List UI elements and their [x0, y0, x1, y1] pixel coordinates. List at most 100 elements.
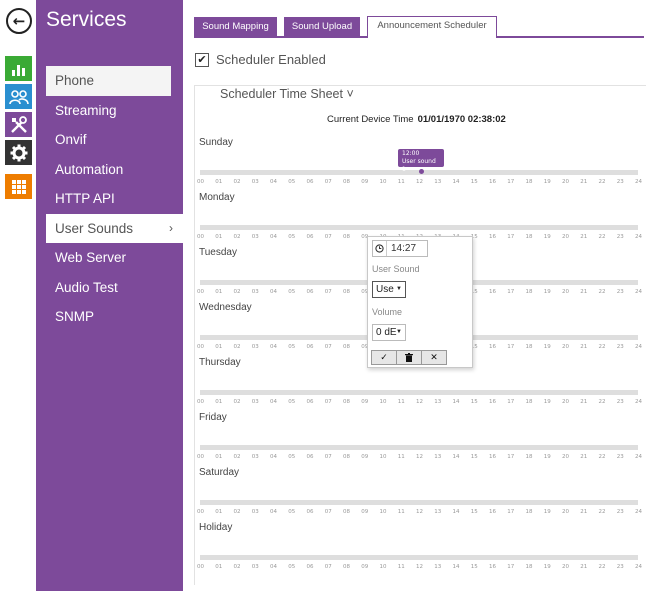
time-field[interactable]: 14:27	[372, 240, 428, 257]
hour-tick-label: 24	[635, 454, 642, 460]
hour-tick-label: 04	[270, 289, 277, 295]
hour-tick-label: 23	[616, 454, 624, 460]
sidebar-item-streaming[interactable]: Streaming	[36, 96, 183, 126]
users-icon[interactable]	[5, 84, 32, 109]
sidebar-item-web-server[interactable]: Web Server	[36, 243, 183, 273]
sidebar-item-phone[interactable]: Phone	[46, 66, 171, 96]
hour-tick-label: 08	[343, 454, 350, 460]
hour-tick-label: 00	[197, 289, 204, 295]
hour-tick-label: 01	[215, 179, 223, 185]
event-handle[interactable]	[419, 169, 424, 174]
hour-tick-label: 13	[434, 399, 442, 405]
hour-tick-label: 04	[270, 564, 277, 570]
popup-actions: ✓ ✕	[371, 350, 448, 365]
scheduled-event-marker[interactable]: 12:00 User sound 1	[398, 149, 444, 173]
hour-tick-label: 11	[397, 179, 405, 185]
hour-tick-label: 02	[233, 509, 241, 515]
tab-sound-mapping[interactable]: Sound Mapping	[194, 17, 277, 36]
gear-icon[interactable]	[5, 140, 32, 165]
statistics-icon[interactable]	[5, 56, 32, 81]
hour-tick-label: 04	[270, 179, 277, 185]
hour-tick-label: 05	[288, 344, 296, 350]
hour-tick-label: 06	[306, 179, 314, 185]
volume-select[interactable]: 0 dE ▼	[372, 324, 406, 341]
hour-tick-label: 14	[452, 179, 460, 185]
hour-tick-label: 23	[616, 399, 624, 405]
scheduler-enabled-label: Scheduler Enabled	[216, 52, 326, 67]
hour-tick-label: 01	[215, 564, 223, 570]
hour-tick-label: 02	[233, 564, 241, 570]
hour-tick-label: 03	[251, 344, 259, 350]
day-timeline-bar[interactable]	[200, 390, 638, 395]
hour-tick-label: 09	[361, 454, 369, 460]
hour-tick-label: 24	[635, 509, 642, 515]
hour-tick-label: 16	[489, 234, 496, 240]
hour-tick-label: 24	[635, 344, 642, 350]
hour-tick-label: 14	[452, 564, 460, 570]
hour-tick-label: 09	[361, 399, 369, 405]
hour-tick-label: 07	[324, 344, 332, 350]
close-button[interactable]: ✕	[421, 350, 447, 365]
hour-tick-label: 01	[215, 234, 223, 240]
hour-tick-label: 23	[616, 509, 624, 515]
hour-tick-label: 07	[324, 179, 332, 185]
delete-button[interactable]	[396, 350, 422, 365]
hour-tick-label: 02	[233, 454, 241, 460]
hour-tick-label: 12	[416, 179, 423, 185]
apps-grid-icon[interactable]	[5, 174, 32, 199]
hour-tick-label: 16	[489, 399, 496, 405]
sidebar-item-http-api[interactable]: HTTP API	[36, 184, 183, 214]
hour-tick-label: 17	[507, 179, 515, 185]
hour-tick-label: 14	[452, 399, 460, 405]
hour-tick-label: 02	[233, 289, 241, 295]
sidebar-item-label: HTTP API	[55, 191, 115, 206]
hour-tick-label: 07	[324, 234, 332, 240]
tab-sound-upload[interactable]: Sound Upload	[284, 17, 360, 36]
hour-tick-label: 19	[543, 289, 551, 295]
hour-tick-label: 04	[270, 344, 277, 350]
day-row-friday: Friday 00 01 02 03 04 05 06 07 08 09 10 11 12 13 14 15 16…	[196, 412, 646, 467]
hour-tick-label: 06	[306, 234, 314, 240]
confirm-button[interactable]: ✓	[371, 350, 397, 365]
hour-tick-label: 23	[616, 344, 624, 350]
day-timeline-bar[interactable]	[200, 445, 638, 450]
scheduler-enabled-checkbox[interactable]: ✔	[195, 52, 209, 67]
hour-tick-label: 21	[580, 399, 588, 405]
sidebar-item-automation[interactable]: Automation	[36, 155, 183, 185]
hour-tick-label: 22	[598, 564, 606, 570]
day-timeline-bar[interactable]	[200, 500, 638, 505]
user-sound-select[interactable]: Use ▼	[372, 281, 406, 298]
day-label: Monday	[199, 192, 235, 203]
hour-tick-label: 16	[489, 564, 496, 570]
sidebar-item-audio-test[interactable]: Audio Test	[36, 273, 183, 303]
sidebar-item-label: Audio Test	[55, 279, 118, 295]
time-sheet-toggle[interactable]: Scheduler Time Sheet ˅	[216, 87, 358, 101]
hour-tick-label: 07	[324, 399, 332, 405]
hour-tick-label: 22	[598, 234, 606, 240]
hour-tick-label: 07	[324, 564, 332, 570]
sidebar-item-label: Streaming	[55, 102, 117, 118]
sidebar-item-label: Phone	[55, 73, 95, 88]
tab-announcement-scheduler[interactable]: Announcement Scheduler	[367, 16, 497, 38]
hour-tick-label: 19	[543, 564, 551, 570]
hour-tick-label: 18	[525, 179, 533, 185]
hour-tick-label: 18	[525, 289, 533, 295]
tools-icon[interactable]	[5, 112, 32, 137]
hour-tick-label: 08	[343, 399, 350, 405]
hour-tick-label: 07	[324, 509, 332, 515]
day-timeline-bar[interactable]	[200, 225, 638, 230]
hour-tick-label: 06	[306, 399, 314, 405]
volume-label: Volume	[372, 307, 403, 317]
hour-tick-label: 03	[251, 289, 259, 295]
day-timeline-bar[interactable]	[200, 555, 638, 560]
hour-tick-label: 02	[233, 234, 241, 240]
sidebar-item-user-sounds[interactable]: User Sounds ›	[46, 213, 183, 243]
sidebar-item-onvif[interactable]: Onvif	[36, 125, 183, 155]
user-sound-label: User Sound	[372, 264, 420, 274]
hour-tick-label: 03	[251, 179, 259, 185]
back-arrow-icon[interactable]: ←	[6, 8, 32, 34]
hour-tick-label: 22	[598, 289, 606, 295]
sidebar-item-snmp[interactable]: SNMP	[36, 302, 183, 332]
hour-tick-label: 01	[215, 289, 223, 295]
clock-icon	[373, 241, 387, 256]
